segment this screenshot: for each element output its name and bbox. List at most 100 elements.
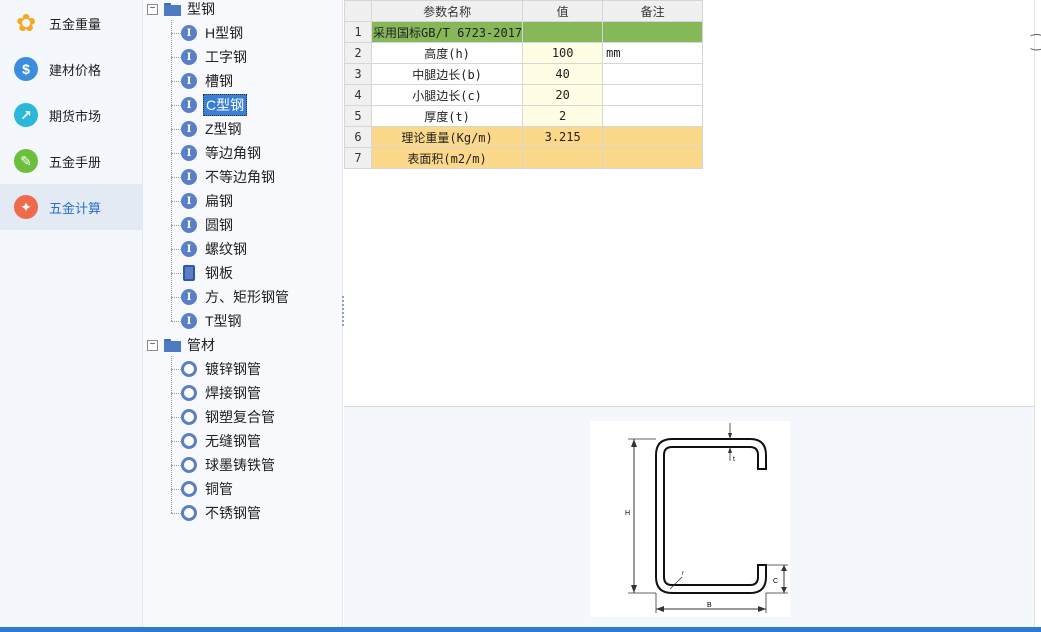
tree-item[interactable]: I 不等边角钢 — [181, 166, 277, 188]
param-name-cell[interactable]: 表面积(m2/m) — [370, 147, 524, 169]
row-number: 5 — [344, 105, 372, 127]
tree-connector — [171, 393, 181, 394]
pipe-ring-icon — [181, 457, 197, 473]
table-row: 7 表面积(m2/m) — [344, 147, 704, 169]
tree-item-label: 等边角钢 — [205, 145, 261, 161]
nav-item-2[interactable]: ↗ 期货市场 — [0, 92, 142, 138]
collapse-toggle-icon[interactable]: − — [147, 3, 158, 15]
param-note-cell[interactable] — [602, 21, 704, 43]
collapse-toggle-icon[interactable]: − — [147, 339, 158, 351]
param-value-cell[interactable] — [522, 21, 604, 43]
param-value-cell[interactable]: 100 — [522, 42, 604, 64]
pipe-ring-icon — [181, 433, 197, 449]
main-nav: ✿ 五金重量 $ 建材价格 ↗ 期货市场 ✎ 五金手册 ✦ 五金计算 — [0, 0, 143, 627]
param-note-cell[interactable]: mm — [602, 42, 704, 64]
nav-item-3[interactable]: ✎ 五金手册 — [0, 138, 142, 184]
tree-connector — [171, 489, 181, 490]
param-name-cell[interactable]: 小腿边长(c) — [370, 84, 524, 106]
tree-connector — [171, 513, 181, 514]
tree-category-1[interactable]: − 管材 — [147, 334, 215, 356]
pipe-ring-icon — [181, 481, 197, 497]
row-number: 7 — [344, 147, 372, 169]
tree-item[interactable]: I Z型钢 — [181, 118, 244, 140]
label-r: r — [682, 571, 684, 577]
param-name-cell[interactable]: 理论重量(Kg/m) — [370, 126, 524, 148]
param-note-cell[interactable] — [602, 63, 704, 85]
tree-item-label: 无缝钢管 — [205, 433, 261, 449]
tree-item[interactable]: I C型钢 — [181, 94, 248, 116]
param-value-cell[interactable]: 40 — [522, 63, 604, 85]
table-row: 6 理论重量(Kg/m) 3.215 — [344, 126, 704, 148]
plate-icon — [183, 265, 195, 281]
tree-item[interactable]: I 方、矩形钢管 — [181, 286, 291, 308]
tree-item-label: 扁钢 — [205, 193, 233, 209]
tree-item[interactable]: 焊接钢管 — [181, 382, 263, 404]
param-name-cell[interactable]: 中腿边长(b) — [370, 63, 524, 85]
parameter-table: 参数名称值备注 1 采用国标GB/T 6723-2017 2 高度(h) 100 mm 3 中腿… — [344, 0, 704, 169]
tree-item-label: 不等边角钢 — [205, 169, 275, 185]
table-row: 2 高度(h) 100 mm — [344, 42, 704, 64]
param-note-cell[interactable] — [602, 84, 704, 106]
dollar-icon: $ — [14, 57, 38, 81]
tree-item[interactable]: I T型钢 — [181, 310, 244, 332]
param-value-cell[interactable]: 3.215 — [522, 126, 604, 148]
status-bar — [0, 627, 1041, 632]
tree-item-label: 焊接钢管 — [205, 385, 261, 401]
tree-item[interactable]: 镀锌钢管 — [181, 358, 263, 380]
nav-item-label: 期货市场 — [49, 108, 102, 124]
tree-item[interactable]: I 等边角钢 — [181, 142, 263, 164]
row-number: 2 — [344, 42, 372, 64]
tree-item[interactable]: I 螺纹钢 — [181, 238, 249, 260]
tree-item[interactable]: I 圆钢 — [181, 214, 235, 236]
param-name-cell[interactable]: 厚度(t) — [370, 105, 524, 127]
tree-item[interactable]: I 扁钢 — [181, 190, 235, 212]
tree-connector — [171, 249, 181, 250]
param-value-cell[interactable]: 20 — [522, 84, 604, 106]
label-b: B — [707, 602, 712, 609]
tree-item[interactable]: 钢板 — [181, 262, 235, 284]
tree-item-label: 螺纹钢 — [205, 241, 247, 257]
tree-category-label: 管材 — [187, 337, 215, 353]
param-note-cell[interactable] — [602, 126, 704, 148]
param-name-cell[interactable]: 高度(h) — [370, 42, 524, 64]
row-number: 1 — [344, 21, 372, 43]
tree-connector — [171, 33, 181, 34]
column-header[interactable] — [344, 0, 372, 22]
param-value-cell[interactable] — [522, 147, 604, 169]
tree-item[interactable]: I 工字钢 — [181, 46, 249, 68]
column-header[interactable]: 值 — [522, 0, 604, 22]
tree-connector — [171, 153, 181, 154]
tree-category-0[interactable]: − 型钢 — [147, 0, 215, 20]
tree-item[interactable]: 钢塑复合管 — [181, 406, 277, 428]
tree-item-label: 铜管 — [205, 481, 233, 497]
tree-item-label: 镀锌钢管 — [205, 361, 261, 377]
tree-item[interactable]: I 槽钢 — [181, 70, 235, 92]
tree-item-label: 圆钢 — [205, 217, 233, 233]
column-header[interactable]: 备注 — [602, 0, 704, 22]
tree-item[interactable]: 不锈钢管 — [181, 502, 263, 524]
magic-wand-icon: ✦ — [14, 195, 38, 219]
i-beam-icon: I — [181, 217, 197, 233]
tree-item[interactable]: 铜管 — [181, 478, 235, 500]
nav-item-0[interactable]: ✿ 五金重量 — [0, 0, 142, 46]
param-note-cell[interactable] — [602, 105, 704, 127]
trend-chart-icon: ↗ — [14, 103, 38, 127]
nav-item-1[interactable]: $ 建材价格 — [0, 46, 142, 92]
tree-item[interactable]: I H型钢 — [181, 22, 245, 44]
i-beam-icon: I — [181, 289, 197, 305]
column-header[interactable]: 参数名称 — [370, 0, 524, 22]
param-name-cell[interactable]: 采用国标GB/T 6723-2017 — [370, 21, 524, 43]
tree-item-label: 钢塑复合管 — [205, 409, 275, 425]
c-channel-svg: H B C t r — [625, 423, 788, 613]
pipe-ring-icon — [181, 505, 197, 521]
i-beam-icon: I — [181, 145, 197, 161]
param-value-cell[interactable]: 2 — [522, 105, 604, 127]
tree-item[interactable]: 无缝钢管 — [181, 430, 263, 452]
nav-item-4[interactable]: ✦ 五金计算 — [0, 184, 142, 230]
param-note-cell[interactable] — [602, 147, 704, 169]
tree-item-label: 钢板 — [205, 265, 233, 281]
wrench-icon: ✎ — [14, 149, 38, 173]
nav-item-label: 五金重量 — [49, 16, 102, 32]
tree-connector — [171, 297, 181, 298]
tree-item[interactable]: 球墨铸铁管 — [181, 454, 277, 476]
